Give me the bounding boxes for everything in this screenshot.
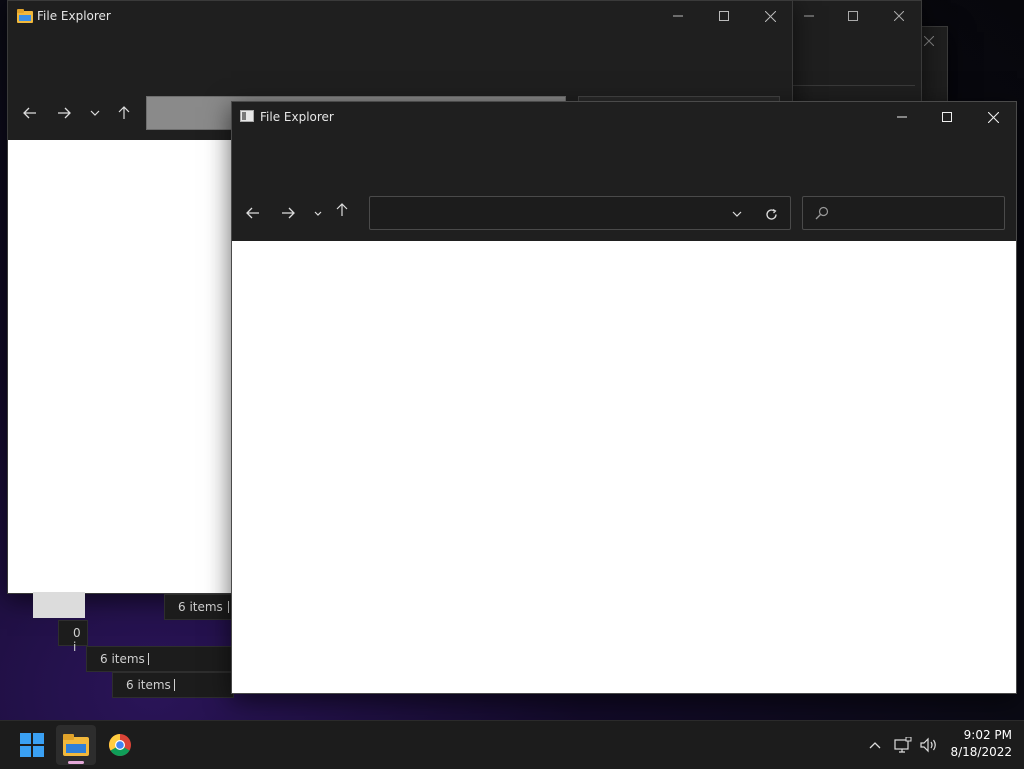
back-window-title: File Explorer — [37, 9, 111, 23]
windows-start-icon — [20, 733, 44, 757]
folder-icon — [17, 9, 33, 23]
status-item-count: 6 items — [100, 652, 145, 666]
address-history-dropdown-button[interactable] — [726, 203, 748, 225]
front-window-minimize-button[interactable] — [880, 102, 924, 132]
arrow-left-icon — [246, 207, 259, 219]
stacked-window-2-close-button[interactable] — [877, 1, 921, 31]
front-window-address-bar[interactable] — [369, 196, 791, 230]
maximize-icon — [719, 11, 729, 21]
arrow-up-icon — [118, 106, 130, 119]
status-bar: 6 items — [86, 646, 234, 672]
status-item-count: 6 items — [178, 600, 223, 614]
clock-date: 8/18/2022 — [950, 745, 1012, 759]
stacked-window-fragment — [33, 592, 85, 618]
front-window-forward-button[interactable] — [274, 199, 302, 227]
back-window-minimize-button[interactable] — [656, 1, 700, 31]
minimize-icon — [804, 15, 814, 17]
back-window-maximize-button[interactable] — [702, 1, 746, 31]
stacked-window-2-minimize-button[interactable] — [787, 1, 831, 31]
arrow-up-icon — [336, 203, 348, 216]
show-hidden-icons-button[interactable] — [858, 725, 892, 765]
back-window-up-button[interactable] — [110, 99, 138, 127]
maximize-icon — [848, 11, 858, 21]
chevron-down-icon — [732, 211, 742, 217]
status-item-count: 0 i — [73, 626, 81, 654]
minimize-icon — [897, 116, 907, 118]
status-bar: 6 items — [164, 594, 234, 620]
back-window-forward-button[interactable] — [50, 99, 78, 127]
minimize-icon — [673, 15, 683, 17]
front-window-title: File Explorer — [260, 110, 334, 124]
clock-button[interactable]: 9:02 PM 8/18/2022 — [946, 727, 1012, 763]
chevron-down-icon — [314, 211, 322, 216]
stacked-window-2-toolbar-divider — [793, 85, 915, 86]
status-divider — [148, 653, 149, 665]
front-window-close-button[interactable] — [971, 102, 1015, 132]
back-window-back-button[interactable] — [16, 99, 44, 127]
chrome-taskbar-button[interactable] — [100, 725, 140, 765]
chevron-up-icon — [869, 742, 881, 749]
arrow-left-icon — [23, 107, 36, 119]
maximize-icon — [942, 112, 952, 122]
arrow-right-icon — [58, 107, 71, 119]
front-file-explorer-window: File Explorer — [231, 101, 1017, 694]
front-window-up-button[interactable] — [328, 196, 356, 224]
status-bar: 0 i — [58, 620, 88, 654]
stacked-window-2-maximize-button[interactable] — [831, 1, 875, 31]
start-button[interactable] — [12, 725, 52, 765]
network-icon — [894, 737, 912, 753]
close-icon — [894, 11, 904, 21]
active-app-indicator — [68, 761, 84, 764]
status-divider — [228, 601, 229, 613]
front-window-back-button[interactable] — [239, 199, 267, 227]
refresh-icon — [765, 208, 777, 220]
clock-time: 9:02 PM — [963, 728, 1012, 742]
taskbar: 9:02 PM 8/18/2022 — [0, 720, 1024, 769]
stacked-window-2 — [786, 0, 922, 102]
file-explorer-icon — [63, 734, 89, 756]
status-item-count: 6 items — [126, 678, 171, 692]
back-window-content-area — [8, 140, 238, 593]
chrome-icon — [109, 734, 131, 756]
arrow-right-icon — [282, 207, 295, 219]
close-icon — [764, 10, 776, 22]
front-window-maximize-button[interactable] — [925, 102, 969, 132]
back-window-recent-button[interactable] — [81, 99, 109, 127]
file-explorer-taskbar-button[interactable] — [56, 725, 96, 765]
search-icon — [815, 206, 829, 220]
front-window-search-box[interactable] — [802, 196, 1005, 230]
status-bar: 6 items — [112, 672, 234, 698]
front-window-content-area — [232, 241, 1016, 693]
volume-icon — [920, 737, 936, 753]
back-window-close-button[interactable] — [748, 1, 792, 31]
status-divider — [174, 679, 175, 691]
volume-button[interactable] — [914, 725, 944, 765]
close-icon — [924, 36, 934, 46]
app-window-icon — [240, 110, 254, 122]
close-icon — [987, 111, 999, 123]
refresh-button[interactable] — [760, 203, 782, 225]
chevron-down-icon — [90, 110, 100, 116]
